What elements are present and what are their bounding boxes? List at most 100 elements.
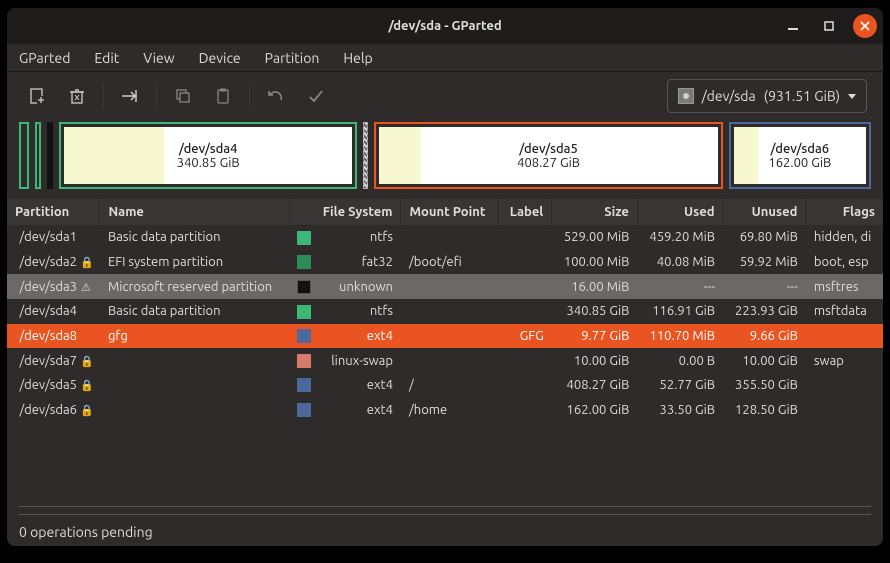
col-mountpoint[interactable]: Mount Point bbox=[401, 199, 499, 225]
toolbar-separator bbox=[156, 84, 157, 108]
cell-label bbox=[499, 348, 552, 373]
cell-mountpoint: /home bbox=[401, 397, 499, 422]
col-used[interactable]: Used bbox=[637, 199, 723, 225]
disk-map-segment-small[interactable] bbox=[47, 122, 53, 189]
minimize-button[interactable] bbox=[781, 14, 805, 38]
cell-filesystem: ntfs bbox=[319, 299, 401, 324]
cell-unused: 355.50 GiB bbox=[723, 373, 806, 398]
menu-device[interactable]: Device bbox=[199, 50, 241, 66]
apply-button[interactable] bbox=[302, 82, 330, 110]
cell-fs-swatch bbox=[289, 397, 319, 422]
table-row[interactable]: /dev/sda5 🔒ext4/408.27 GiB52.77 GiB355.5… bbox=[7, 373, 883, 398]
cell-flags: hidden, di bbox=[806, 225, 883, 250]
cell-used: 110.70 MiB bbox=[637, 324, 723, 349]
disk-map-segment-sda6[interactable]: /dev/sda6 162.00 GiB bbox=[729, 122, 871, 189]
cell-label bbox=[499, 373, 552, 398]
cell-flags: swap bbox=[806, 348, 883, 373]
disk-map-segment-sda4[interactable]: /dev/sda4 340.85 GiB bbox=[59, 122, 358, 189]
cell-used: 116.91 GiB bbox=[637, 299, 723, 324]
filesystem-swatch-icon bbox=[297, 280, 311, 294]
cell-unused: 223.93 GiB bbox=[723, 299, 806, 324]
cell-name: Microsoft reserved partition bbox=[100, 274, 289, 299]
cell-unused: 10.00 GiB bbox=[723, 348, 806, 373]
cell-used: 0.00 B bbox=[637, 348, 723, 373]
close-button[interactable] bbox=[853, 14, 877, 38]
cell-partition: /dev/sda3 ⚠ bbox=[7, 274, 100, 299]
cell-label bbox=[499, 397, 552, 422]
disk-map[interactable]: /dev/sda4 340.85 GiB /dev/sda5 408.27 Gi… bbox=[7, 120, 883, 199]
col-label[interactable]: Label bbox=[499, 199, 552, 225]
disk-map-segment-small[interactable] bbox=[35, 122, 41, 189]
cell-size: 340.85 GiB bbox=[552, 299, 638, 324]
cell-name bbox=[100, 373, 289, 398]
filesystem-swatch-icon bbox=[297, 329, 311, 343]
cell-filesystem: ext4 bbox=[319, 324, 401, 349]
cell-filesystem: ntfs bbox=[319, 225, 401, 250]
cell-partition: /dev/sda2 🔒 bbox=[7, 250, 100, 275]
col-filesystem[interactable]: File System bbox=[289, 199, 401, 225]
maximize-button[interactable] bbox=[817, 14, 841, 38]
window-controls bbox=[781, 14, 877, 38]
cell-partition: /dev/sda6 🔒 bbox=[7, 397, 100, 422]
toolbar: /dev/sda (931.51 GiB) bbox=[7, 72, 883, 120]
delete-button[interactable] bbox=[63, 82, 91, 110]
table-row[interactable]: /dev/sda8 gfgext4GFG9.77 GiB110.70 MiB9.… bbox=[7, 324, 883, 349]
cell-filesystem: fat32 bbox=[319, 250, 401, 275]
cell-size: 9.77 GiB bbox=[552, 324, 638, 349]
lock-icon: 🔒 bbox=[80, 256, 92, 269]
paste-button[interactable] bbox=[209, 82, 237, 110]
table-row[interactable]: /dev/sda6 🔒ext4/home162.00 GiB33.50 GiB1… bbox=[7, 397, 883, 422]
filesystem-swatch-icon bbox=[297, 231, 311, 245]
disk-map-segment-small[interactable] bbox=[19, 122, 29, 189]
cell-used: 33.50 GiB bbox=[637, 397, 723, 422]
disk-map-segment-sda5[interactable]: /dev/sda5 408.27 GiB bbox=[374, 122, 722, 189]
cell-fs-swatch bbox=[289, 324, 319, 349]
cell-fs-swatch bbox=[289, 250, 319, 275]
table-row[interactable]: /dev/sda1 Basic data partitionntfs529.00… bbox=[7, 225, 883, 250]
cell-fs-swatch bbox=[289, 348, 319, 373]
menu-help[interactable]: Help bbox=[343, 50, 372, 66]
menu-gparted[interactable]: GParted bbox=[19, 50, 70, 66]
operations-area bbox=[19, 506, 871, 514]
disk-name: /dev/sda bbox=[702, 88, 756, 104]
cell-used: 459.20 MiB bbox=[637, 225, 723, 250]
col-unused[interactable]: Unused bbox=[723, 199, 806, 225]
new-partition-button[interactable] bbox=[23, 82, 51, 110]
cell-flags bbox=[806, 373, 883, 398]
col-partition[interactable]: Partition bbox=[7, 199, 100, 225]
col-flags[interactable]: Flags bbox=[806, 199, 883, 225]
cell-flags: boot, esp bbox=[806, 250, 883, 275]
cell-size: 162.00 GiB bbox=[552, 397, 638, 422]
statusbar: 0 operations pending bbox=[19, 514, 871, 546]
col-name[interactable]: Name bbox=[100, 199, 289, 225]
disk-selector[interactable]: /dev/sda (931.51 GiB) bbox=[667, 79, 867, 113]
partition-table[interactable]: Partition Name File System Mount Point L… bbox=[7, 199, 883, 506]
lock-icon: 🔒 bbox=[80, 355, 92, 368]
cell-flags bbox=[806, 324, 883, 349]
cell-filesystem: linux-swap bbox=[319, 348, 401, 373]
menu-view[interactable]: View bbox=[143, 50, 174, 66]
cell-used: --- bbox=[637, 274, 723, 299]
lock-icon: 🔒 bbox=[80, 379, 92, 392]
copy-button[interactable] bbox=[169, 82, 197, 110]
cell-label: GFG bbox=[499, 324, 552, 349]
menu-partition[interactable]: Partition bbox=[265, 50, 320, 66]
table-row[interactable]: /dev/sda4 Basic data partitionntfs340.85… bbox=[7, 299, 883, 324]
cell-mountpoint bbox=[401, 299, 499, 324]
cell-label bbox=[499, 250, 552, 275]
cell-mountpoint bbox=[401, 324, 499, 349]
table-row[interactable]: /dev/sda3 ⚠Microsoft reserved partitionu… bbox=[7, 274, 883, 299]
filesystem-swatch-icon bbox=[297, 305, 311, 319]
col-size[interactable]: Size bbox=[552, 199, 638, 225]
table-row[interactable]: /dev/sda7 🔒linux-swap10.00 GiB0.00 B10.0… bbox=[7, 348, 883, 373]
cell-filesystem: ext4 bbox=[319, 373, 401, 398]
table-row[interactable]: /dev/sda2 🔒EFI system partition fat32/boo… bbox=[7, 250, 883, 275]
undo-button[interactable] bbox=[262, 82, 290, 110]
cell-mountpoint: /boot/efi bbox=[401, 250, 499, 275]
cell-used: 52.77 GiB bbox=[637, 373, 723, 398]
cell-size: 529.00 MiB bbox=[552, 225, 638, 250]
resize-move-button[interactable] bbox=[116, 82, 144, 110]
toolbar-separator bbox=[249, 84, 250, 108]
menu-edit[interactable]: Edit bbox=[94, 50, 119, 66]
cell-name: EFI system partition bbox=[100, 250, 289, 275]
